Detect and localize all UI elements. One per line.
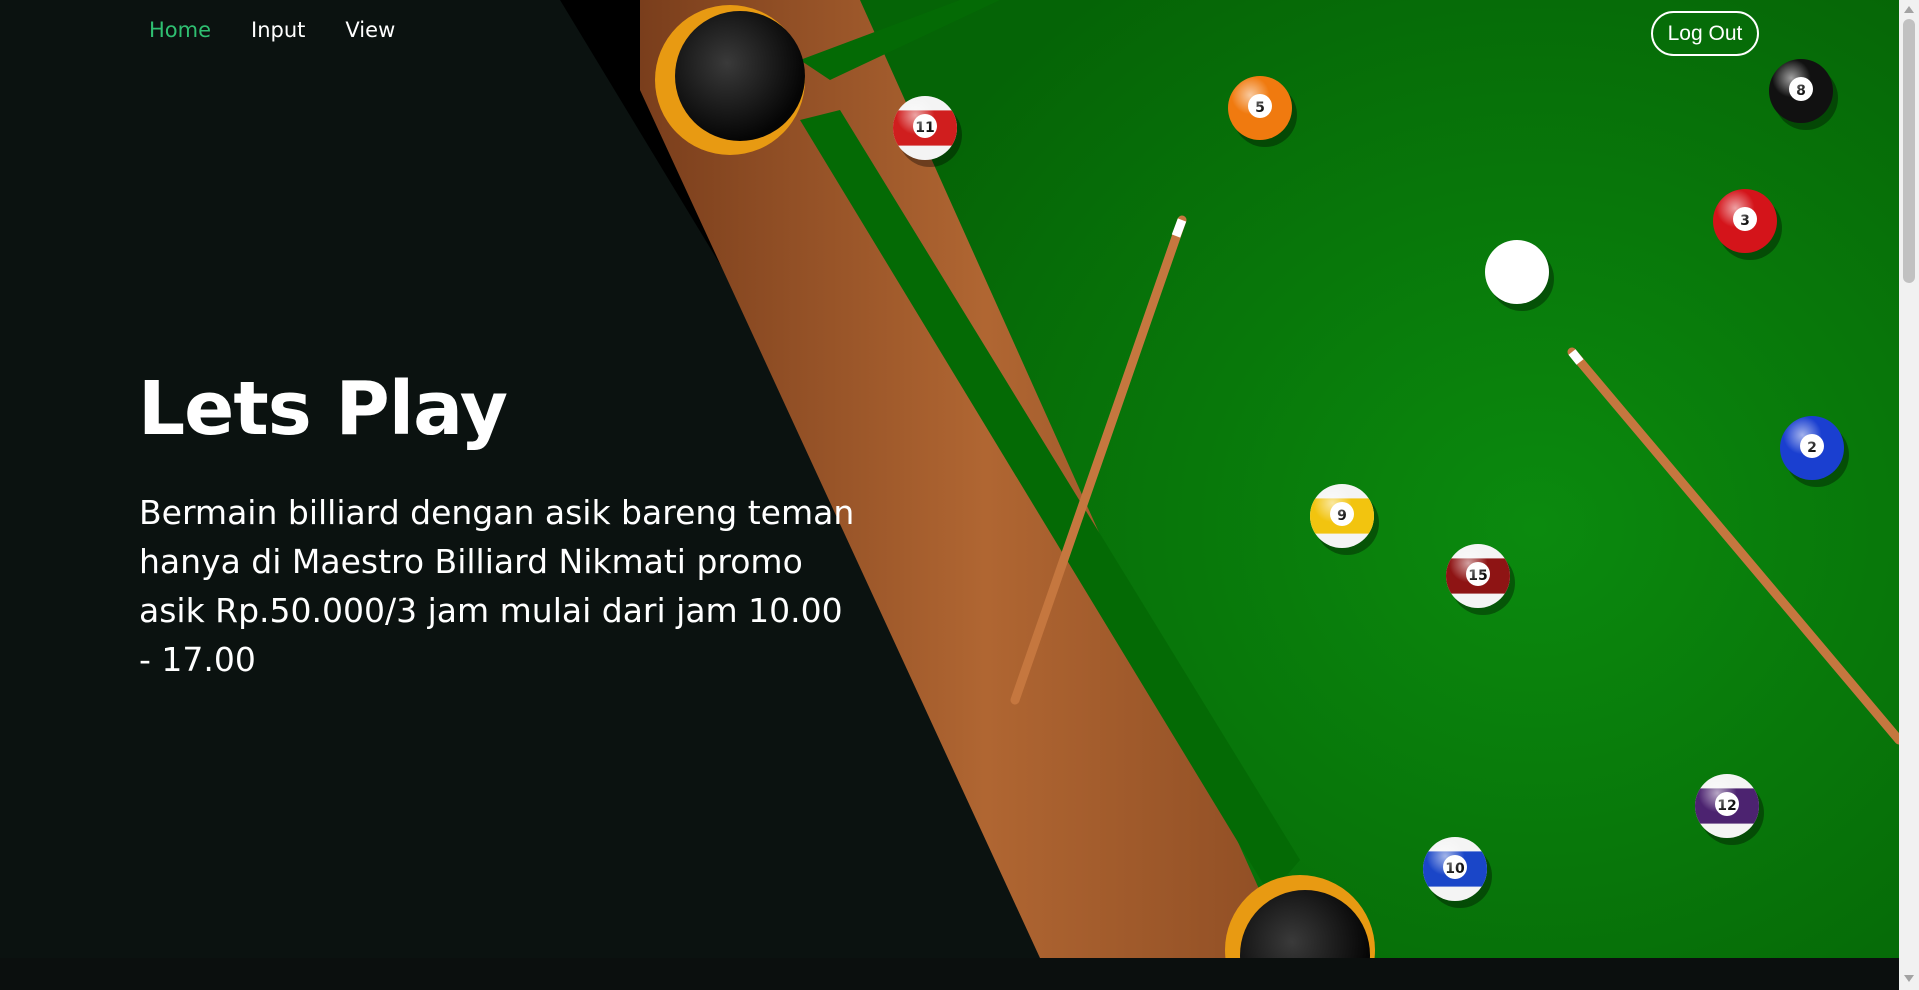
page-footer-strip xyxy=(0,958,1899,990)
main-nav: Home Input View xyxy=(149,18,395,42)
nav-input-link[interactable]: Input xyxy=(251,18,305,42)
vertical-scrollbar[interactable] xyxy=(1899,0,1919,990)
scrollbar-thumb[interactable] xyxy=(1903,19,1915,283)
nav-home-link[interactable]: Home xyxy=(149,18,211,42)
hero-description: Bermain billiard dengan asik bareng tema… xyxy=(139,493,855,679)
hero-section: 1158329151210 Home Input View Log Out Le… xyxy=(0,0,1899,958)
billiard-table-illustration: 1158329151210 xyxy=(560,0,1899,958)
scroll-down-arrow-icon[interactable] xyxy=(1904,975,1914,982)
hero-title: Lets Play xyxy=(138,366,508,452)
scroll-up-arrow-icon[interactable] xyxy=(1904,6,1914,13)
nav-view-link[interactable]: View xyxy=(345,18,395,42)
logout-button[interactable]: Log Out xyxy=(1651,11,1759,56)
